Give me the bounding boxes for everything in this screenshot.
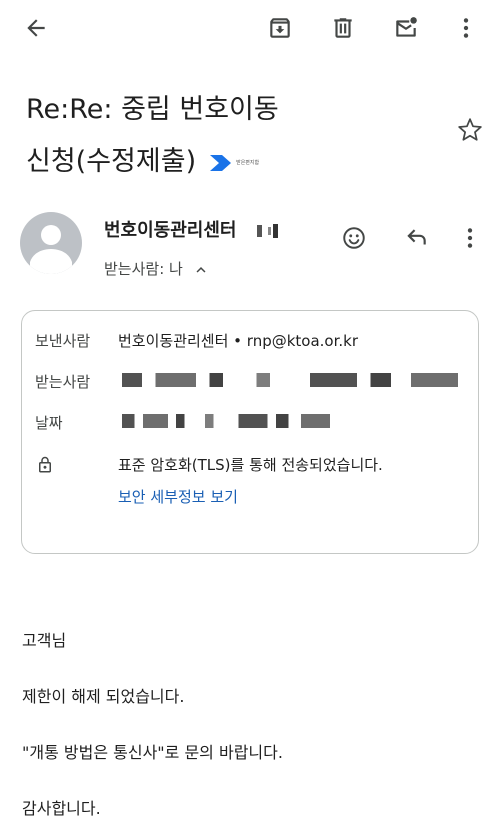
reply-icon xyxy=(407,229,426,245)
subject-line-2: 신청(수정제출) xyxy=(26,146,197,177)
security-text: 표준 암호화(TLS)를 통해 전송되었습니다. xyxy=(118,456,383,474)
more-vert-icon xyxy=(463,18,469,38)
trash-icon xyxy=(334,18,352,38)
redacted-block xyxy=(256,225,262,237)
redacted-recipients xyxy=(122,373,458,387)
archive-icon xyxy=(270,18,290,38)
recipient-summary[interactable]: 받는사람: 나 xyxy=(104,258,210,279)
security-details-link[interactable]: 보안 세부정보 보기 xyxy=(118,486,238,507)
redacted-block xyxy=(267,227,271,235)
body-line-2: "개통 방법은 통신사"로 문의 바랍니다. xyxy=(22,743,283,762)
reply-button[interactable] xyxy=(398,220,434,256)
sender-avatar[interactable] xyxy=(20,212,82,274)
chevron-up-icon xyxy=(196,266,206,273)
more-vert-icon xyxy=(467,228,473,248)
lock-icon xyxy=(39,456,51,473)
delete-button[interactable] xyxy=(325,10,361,46)
date-label: 날짜 xyxy=(35,414,63,432)
email-subject: Re:Re: 중립 번호이동 신청(수정제출) 받은편지함 xyxy=(26,84,446,189)
emoji-icon xyxy=(343,227,365,249)
star-button[interactable] xyxy=(452,112,488,148)
star-icon xyxy=(458,118,482,141)
mark-unread-button[interactable] xyxy=(388,10,424,46)
from-value[interactable]: 번호이동관리센터 • rnp@ktoa.or.kr xyxy=(118,330,358,351)
body-line-1: 제한이 해제 되었습니다. xyxy=(22,687,185,706)
from-label: 보낸사람 xyxy=(35,332,91,350)
to-label: 받는사람 xyxy=(35,373,91,391)
sender-name[interactable]: 번호이동관리센터 xyxy=(104,216,278,242)
importance-label[interactable]: 받은편지함 xyxy=(208,136,259,189)
mail-unread-icon xyxy=(396,17,417,37)
back-button[interactable] xyxy=(18,10,54,46)
more-options-button[interactable] xyxy=(448,10,484,46)
subject-line-1: Re:Re: 중립 번호이동 xyxy=(26,94,279,125)
body-greeting: 고객님 xyxy=(22,631,67,650)
label-text: 받은편지함 xyxy=(236,159,260,166)
redacted-block xyxy=(272,224,278,238)
person-icon xyxy=(30,225,72,274)
redacted-date xyxy=(122,414,330,428)
message-more-button[interactable] xyxy=(452,220,488,256)
archive-button[interactable] xyxy=(262,10,298,46)
react-emoji-button[interactable] xyxy=(336,220,372,256)
arrow-back-icon xyxy=(27,19,45,37)
importance-arrow-icon xyxy=(210,154,232,171)
message-details-card: 보낸사람 번호이동관리센터 • rnp@ktoa.or.kr 받는사람 날짜 표… xyxy=(21,310,479,554)
body-closing: 감사합니다. xyxy=(22,799,101,818)
